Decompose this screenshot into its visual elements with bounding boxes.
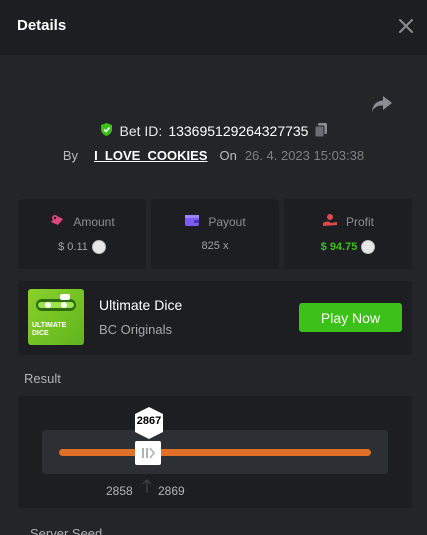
game-provider: BC Originals [99,322,172,337]
stat-payout: Payout 825 x [151,199,279,269]
modal-header: Details [0,0,427,55]
stat-amount: Amount $ 0.11 [18,199,146,269]
money-icon [49,213,65,230]
game-name[interactable]: Ultimate Dice [99,297,182,313]
range-marker-icon [142,478,152,493]
close-icon[interactable] [396,16,416,36]
slider-handle[interactable] [135,441,161,465]
wallet-icon [184,213,200,230]
coin-icon [361,240,376,254]
verified-shield-icon [99,122,114,140]
play-now-button[interactable]: Play Now [299,303,402,332]
share-icon[interactable] [371,94,393,114]
on-label: On [219,148,237,163]
modal-title: Details [17,17,67,34]
game-card: ULTIMATE DICE Ultimate Dice BC Originals… [18,281,412,355]
result-value: 2867 [136,415,162,427]
bet-date: 26. 4. 2023 15:03:38 [244,148,365,163]
result-panel: 2867 2858 2869 [18,396,412,508]
bet-meta-row: By I_LOVE_COOKIES On 26. 4. 2023 15:03:3… [0,148,427,163]
slider-track [59,449,371,456]
copy-icon[interactable] [314,122,328,141]
coin-icon [91,240,106,254]
bet-id-value: 133695129264327735 [168,123,309,139]
user-link[interactable]: I_LOVE_COOKIES [94,148,207,163]
stat-profit: Profit $ 94.75 [284,199,412,269]
range-high: 2869 [158,484,185,498]
stat-value: $ 94.75 [320,241,358,253]
stat-label: Profit [345,214,374,229]
stat-label: Amount [73,214,115,229]
game-thumbnail[interactable]: ULTIMATE DICE [28,289,84,345]
stat-value: $ 0.11 [58,241,88,253]
server-seed-label: Server Seed [30,526,103,535]
bet-id-label: Bet ID: [119,123,163,139]
result-label: Result [24,371,61,386]
range-low: 2858 [106,484,133,498]
by-label: By [62,148,79,163]
stat-value: 825 x [201,240,229,252]
thumb-title: ULTIMATE DICE [32,322,67,337]
hand-coin-icon [322,213,338,230]
result-bubble: 2867 [133,406,165,440]
bet-id-row: Bet ID: 133695129264327735 [0,122,427,140]
stat-label: Payout [208,214,246,229]
